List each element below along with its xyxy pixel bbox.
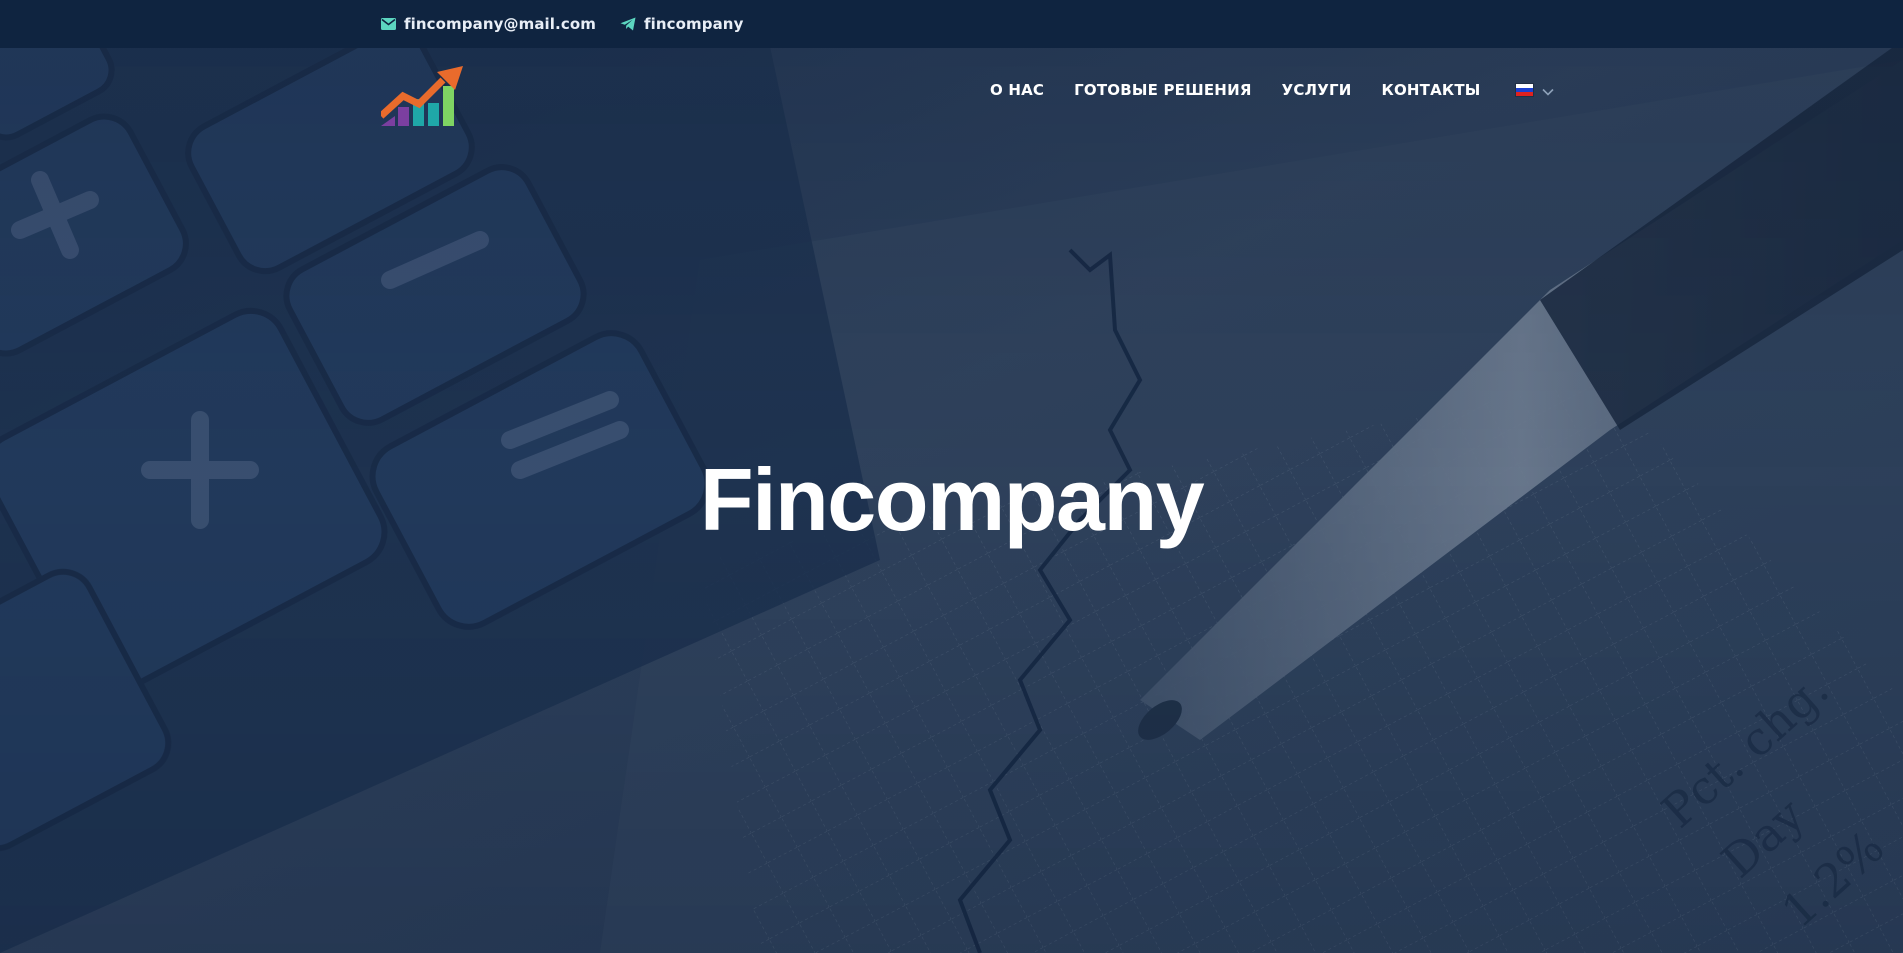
email-contact[interactable]: fincompany@mail.com bbox=[381, 15, 596, 33]
language-selector[interactable] bbox=[1514, 81, 1554, 100]
chevron-down-icon bbox=[1541, 81, 1554, 100]
top-contact-bar: fincompany@mail.com fincompany bbox=[0, 0, 1903, 48]
nav-item-contacts[interactable]: КОНТАКТЫ bbox=[1382, 81, 1481, 99]
nav-item-about[interactable]: О НАС bbox=[990, 81, 1044, 99]
growth-chart-logo-icon[interactable] bbox=[378, 66, 465, 128]
telegram-contact[interactable]: fincompany bbox=[620, 15, 744, 33]
nav-item-solutions[interactable]: ГОТОВЫЕ РЕШЕНИЯ bbox=[1074, 81, 1251, 99]
email-link[interactable]: fincompany@mail.com bbox=[404, 15, 596, 33]
hero-title: Fincompany bbox=[699, 450, 1205, 549]
telegram-plane-icon bbox=[620, 17, 636, 31]
telegram-link[interactable]: fincompany bbox=[644, 15, 744, 33]
main-navigation: О НАС ГОТОВЫЕ РЕШЕНИЯ УСЛУГИ КОНТАКТЫ bbox=[990, 72, 1554, 108]
russia-flag-icon bbox=[1514, 83, 1534, 97]
nav-item-services[interactable]: УСЛУГИ bbox=[1282, 81, 1352, 99]
envelope-icon bbox=[381, 18, 396, 30]
